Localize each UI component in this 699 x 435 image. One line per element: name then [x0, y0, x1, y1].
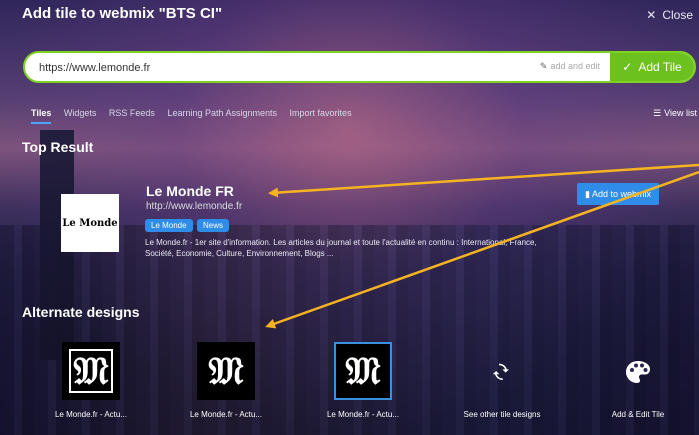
palette-icon	[626, 361, 650, 383]
add-and-edit-label: add and edit	[550, 61, 600, 71]
monde-m-icon: 𝔐	[73, 348, 109, 393]
design-1-frame: 𝔐	[69, 349, 113, 393]
close-icon: ✕	[646, 8, 657, 22]
check-icon: ✓	[622, 60, 633, 74]
design-3-label: Le Monde.fr - Actu...	[326, 410, 400, 419]
add-tile-button[interactable]: ✓ Add Tile	[610, 53, 694, 81]
tab-learning-path[interactable]: Learning Path Assignments	[167, 108, 277, 118]
design-tile-1[interactable]: 𝔐	[62, 342, 120, 400]
design-tile-3[interactable]: 𝔐	[334, 342, 392, 400]
result-url[interactable]: http://www.lemonde.fr	[146, 201, 242, 212]
see-other-designs-button[interactable]	[473, 352, 531, 392]
tab-widgets[interactable]: Widgets	[64, 108, 97, 118]
result-title[interactable]: Le Monde FR	[146, 183, 234, 199]
result-logo[interactable]: Le Monde	[61, 194, 119, 252]
magic-wand-icon: ✎	[539, 61, 548, 71]
bookmark-icon: ▮	[585, 189, 590, 199]
tag-le-monde[interactable]: Le Monde	[145, 219, 193, 232]
add-edit-tile-button[interactable]	[609, 352, 667, 392]
add-edit-tile-label: Add & Edit Tile	[611, 410, 665, 419]
monde-m-icon: 𝔐	[208, 348, 244, 393]
dialog-header: Add tile to webmix "BTS CI" ✕ Close	[0, 0, 699, 40]
tag-news[interactable]: News	[197, 219, 230, 232]
tab-tiles[interactable]: Tiles	[31, 108, 51, 124]
view-list-label: View list	[664, 108, 697, 118]
url-input[interactable]	[37, 53, 521, 81]
add-tile-label: Add Tile	[638, 60, 682, 74]
tab-rss-feeds[interactable]: RSS Feeds	[109, 108, 155, 118]
monde-m-icon: 𝔐	[345, 348, 381, 393]
add-and-edit-link[interactable]: ✎ add and edit	[540, 61, 600, 72]
dialog-title: Add tile to webmix "BTS CI"	[22, 5, 223, 22]
see-other-designs-label: See other tile designs	[463, 410, 541, 419]
le-monde-logo-text: Le Monde	[62, 217, 118, 229]
view-list-button[interactable]: ☰ View list	[653, 108, 697, 119]
refresh-icon	[492, 363, 509, 381]
design-2-label: Le Monde.fr - Actu...	[189, 410, 263, 419]
url-bar: ✎add and edit ✓ Add Tile	[23, 51, 696, 83]
alternate-designs-heading: Alternate designs	[22, 304, 140, 320]
add-to-webmix-label: Add to webmix	[591, 189, 651, 199]
tab-bar: Tiles Widgets RSS Feeds Learning Path As…	[31, 108, 362, 124]
design-1-label: Le Monde.fr - Actu...	[54, 410, 128, 419]
add-to-webmix-button[interactable]: ▮ Add to webmix	[577, 183, 659, 205]
result-description: Le Monde.fr - 1er site d'information. Le…	[145, 238, 537, 258]
tab-import-favorites[interactable]: Import favorites	[290, 108, 352, 118]
close-button[interactable]: ✕ Close	[646, 8, 693, 22]
close-label: Close	[662, 8, 693, 22]
list-icon: ☰	[653, 108, 662, 118]
top-result-heading: Top Result	[22, 139, 94, 155]
design-tile-2[interactable]: 𝔐	[197, 342, 255, 400]
